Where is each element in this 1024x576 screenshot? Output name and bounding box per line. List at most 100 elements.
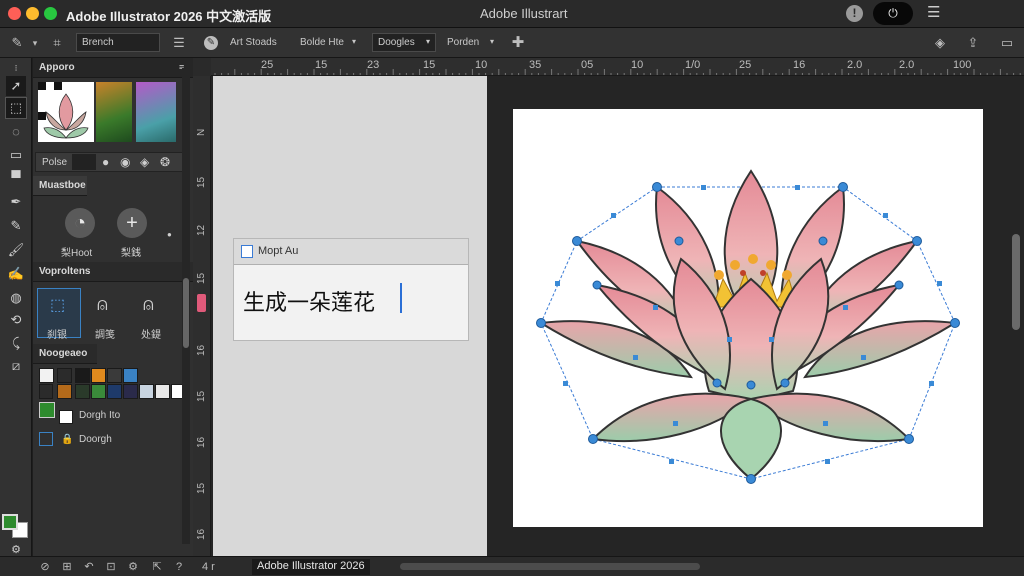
rotate-view-icon[interactable]: ⊘	[38, 560, 52, 574]
minimize-window-button[interactable]	[26, 7, 39, 20]
swatch[interactable]	[107, 368, 122, 383]
type-tool-icon[interactable]: ▀	[6, 168, 26, 188]
paths-value-field[interactable]	[72, 154, 96, 170]
target-icon[interactable]: ◉	[120, 155, 130, 169]
export-icon[interactable]: ⇱	[150, 560, 164, 574]
op-label-3: 处鍉	[141, 330, 161, 341]
rotate-tool-icon[interactable]: ⟲	[6, 310, 26, 330]
control-bar: ✎ ▾ ⌗ Brench ☰ ✎ Art Stoads Bolde Hte ▾ …	[0, 28, 1024, 58]
layer-1-thumb[interactable]	[59, 410, 73, 424]
swatch[interactable]	[75, 368, 90, 383]
canvas-area[interactable]: Mopt Au 生成一朵莲花	[211, 76, 1024, 556]
prompt-text-input[interactable]: 生成一朵莲花	[243, 285, 375, 317]
chevron-down-icon[interactable]: ▾	[352, 37, 356, 46]
status-bar: ⊘ ⊞ ↶ ⊡ ⚙ ⇱ ? 4 r Adobe Illustrator 2026	[0, 556, 1024, 576]
layer-1-color[interactable]	[39, 402, 55, 418]
swatches-panel-header[interactable]: Noogeaeo	[33, 344, 97, 364]
swatch[interactable]	[155, 384, 170, 399]
list-menu-icon[interactable]: ☰	[170, 34, 188, 52]
vertical-ruler[interactable]: N 15 12 15 16 15 16 15 16	[193, 76, 211, 556]
lasso-tool-icon[interactable]: ◌	[6, 122, 26, 142]
swatch[interactable]	[57, 368, 72, 383]
pie-chart-icon[interactable]: ◔	[65, 208, 95, 238]
eraser-icon[interactable]: ◈	[140, 155, 149, 169]
gradient-swatch-purple[interactable]	[136, 82, 176, 142]
direct-selection-tool-icon[interactable]: ⬚	[5, 97, 27, 119]
swatch[interactable]	[39, 368, 54, 383]
swatch[interactable]	[57, 384, 72, 399]
fill-color-swatch[interactable]	[2, 514, 18, 530]
ruler-label: 15	[196, 390, 207, 402]
horizontal-scrollbar[interactable]	[400, 563, 700, 570]
gradient-swatch-orange[interactable]	[96, 82, 132, 142]
lasso-op-icon-2[interactable]: ⍝	[143, 294, 154, 315]
swatch[interactable]	[91, 368, 106, 383]
chat-tool-icon[interactable]: ▭	[6, 145, 26, 165]
help-icon[interactable]: ?	[172, 560, 186, 574]
move-icon[interactable]: ✚	[509, 34, 527, 52]
appearance-title: Apporo	[39, 62, 75, 73]
blob-brush-icon[interactable]: ✍	[6, 264, 26, 284]
more-dot-icon[interactable]: ●	[167, 230, 172, 239]
layer-1-label[interactable]: Dorgh Ito	[79, 410, 120, 421]
mesh-panel-tab[interactable]: Muastboe	[33, 176, 87, 196]
settings-icon[interactable]: ⚙	[126, 560, 140, 574]
lotus-thumbnail[interactable]	[38, 82, 94, 142]
appearance-panel-header[interactable]: Apporo ≡	[33, 58, 193, 78]
add-icon[interactable]: +	[117, 208, 147, 238]
chevron-down-icon[interactable]: ▾	[26, 34, 44, 52]
artboard-nav-icon[interactable]: ⊞	[60, 560, 74, 574]
share-icon[interactable]: ⇪	[964, 34, 982, 52]
pen-circle-icon[interactable]: ✎	[204, 36, 218, 50]
undo-icon[interactable]: ↶	[82, 560, 96, 574]
lasso-op-icon[interactable]: ⍝	[97, 294, 108, 315]
layer-2-label[interactable]: Doorgh	[79, 434, 112, 445]
pen-tool-icon[interactable]: ✒	[6, 192, 26, 212]
lotus-illustration[interactable]	[513, 109, 983, 527]
power-button[interactable]: ⏻	[873, 2, 913, 25]
ai-prompt-box[interactable]: Mopt Au 生成一朵莲花	[233, 238, 469, 341]
grid-icon[interactable]: ⊡	[104, 560, 118, 574]
search-input[interactable]: Brench	[76, 33, 160, 52]
layer-2-color[interactable]	[39, 432, 53, 446]
swatch[interactable]	[91, 384, 106, 399]
canvas-scrollbar-thumb[interactable]	[1012, 234, 1020, 330]
align-icon[interactable]: ⌗	[48, 34, 66, 52]
swatch[interactable]	[75, 384, 90, 399]
selection-tool-icon[interactable]: ➚	[6, 76, 26, 96]
lock-icon[interactable]: 🔒	[61, 434, 73, 445]
reshape-tool-icon[interactable]: ⤹	[6, 333, 26, 353]
zoom-level[interactable]: 4 r	[202, 560, 242, 574]
info-icon[interactable]: !	[846, 5, 863, 22]
swatch[interactable]	[107, 384, 122, 399]
pencil-tool-icon[interactable]: ✎	[6, 216, 26, 236]
crop-tool-icon[interactable]: ⧄	[6, 356, 26, 376]
art-label[interactable]: Art Stoads	[230, 37, 277, 48]
app-title: Adobe Illustrator 2026 中文激活版	[66, 9, 272, 24]
hamburger-menu-icon[interactable]: ☰	[927, 4, 941, 22]
dropdown-bold[interactable]: Bolde Hte	[300, 37, 344, 48]
panels-scrollbar-thumb[interactable]	[183, 278, 189, 348]
horizontal-ruler[interactable]: 25 15 23 15 10 35 05 10 1/0 25 16 2.0 2.…	[211, 58, 1024, 76]
ruler-label: 25	[739, 59, 752, 71]
dropdown-porden[interactable]: Porden	[447, 37, 479, 48]
eraser-tool-icon[interactable]: ◍	[6, 288, 26, 308]
swatch[interactable]	[123, 384, 138, 399]
window-icon[interactable]: ▭	[998, 34, 1016, 52]
fill-circle-icon[interactable]: ●	[102, 155, 109, 169]
brush-tool-icon[interactable]: ✎	[8, 34, 26, 52]
ruler-marker[interactable]	[197, 294, 206, 312]
swatch[interactable]	[123, 368, 138, 383]
maximize-window-button[interactable]	[44, 7, 57, 20]
close-window-button[interactable]	[8, 7, 21, 20]
swatch[interactable]	[139, 384, 154, 399]
collapse-icon[interactable]: ⁝	[6, 58, 26, 78]
brush-tool-icon[interactable]: 🖌	[6, 240, 26, 260]
globe-icon[interactable]: ❂	[160, 155, 170, 169]
brush-settings-icon[interactable]: ◈	[931, 34, 949, 52]
status-document-label: Adobe Illustrator 2026	[252, 559, 370, 575]
lotus-artboard[interactable]	[513, 109, 983, 527]
operations-panel-header[interactable]: Voproltens	[33, 262, 193, 282]
swatch[interactable]	[39, 384, 53, 399]
chevron-down-icon[interactable]: ▾	[490, 37, 494, 46]
